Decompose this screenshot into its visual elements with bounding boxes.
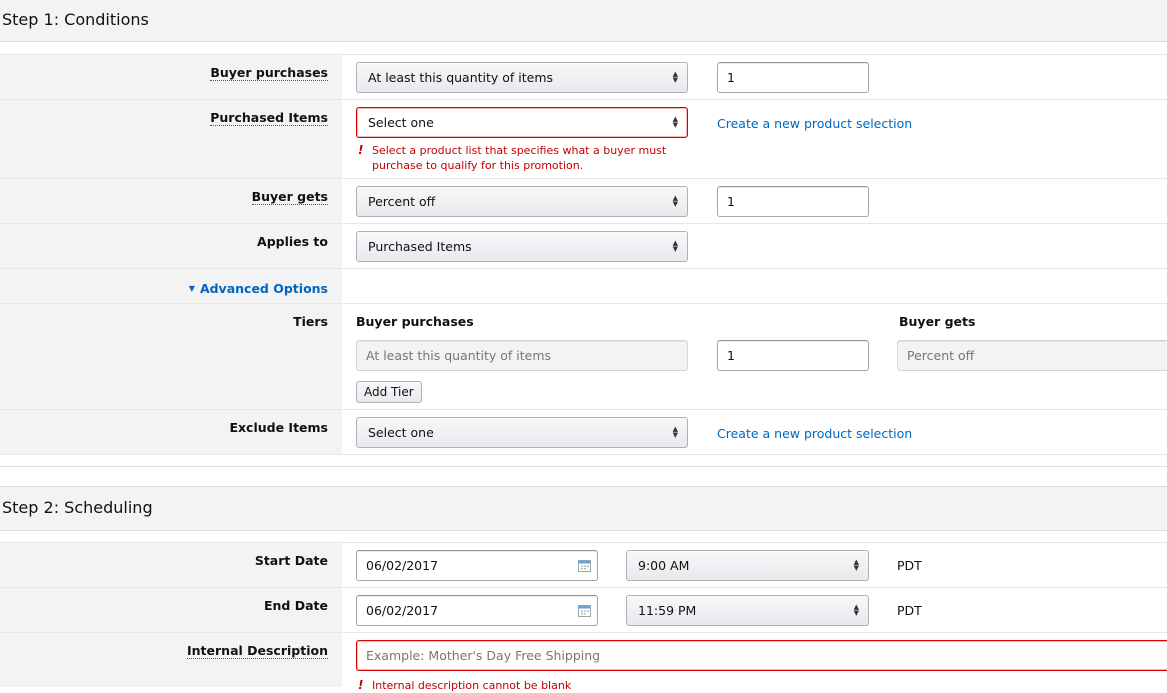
- advanced-options-label: Advanced Options: [199, 281, 328, 296]
- divider: [0, 632, 1167, 633]
- divider: [0, 99, 1167, 100]
- error-line: Select a product list that specifies wha…: [372, 144, 667, 157]
- tiers-buyer-gets-heading: Buyer gets: [899, 314, 976, 329]
- end-time-value: 11:59 PM: [638, 603, 697, 618]
- start-time-value: 9:00 AM: [638, 558, 690, 573]
- divider: [0, 409, 1167, 410]
- exclamation-icon: !: [358, 678, 364, 692]
- start-date-label: Start Date: [254, 553, 328, 568]
- buyer-purchases-label: Buyer purchases: [210, 65, 328, 81]
- purchased-items-select-value: Select one: [368, 115, 434, 130]
- exclude-items-select[interactable]: Select one ▲ ▼: [356, 417, 688, 448]
- internal-description-error: Internal description cannot be blank: [372, 679, 572, 692]
- divider: [0, 303, 1167, 304]
- exclamation-icon: !: [358, 143, 364, 157]
- advanced-options-toggle[interactable]: ▼ Advanced Options: [189, 278, 328, 297]
- end-time-select[interactable]: 11:59 PM ▲ ▼: [626, 595, 869, 626]
- internal-description-label: Internal Description: [187, 643, 328, 659]
- step1-header: Step 1: Conditions: [0, 0, 1167, 42]
- step2-title: Step 2: Scheduling: [2, 498, 153, 517]
- buyer-gets-select[interactable]: Percent off ▲ ▼: [356, 186, 688, 217]
- divider: [0, 466, 1167, 467]
- exclude-create-product-selection-link[interactable]: Create a new product selection: [717, 426, 912, 441]
- updown-arrows-icon: ▲ ▼: [672, 115, 678, 129]
- updown-arrows-icon: ▲ ▼: [853, 558, 859, 572]
- applies-to-select[interactable]: Purchased Items ▲ ▼: [356, 231, 688, 262]
- updown-arrows-icon: ▲ ▼: [853, 603, 859, 617]
- tier-purchases-field: At least this quantity of items: [356, 340, 688, 371]
- updown-arrows-icon: ▲ ▼: [672, 425, 678, 439]
- start-date-value: 06/02/2017: [366, 558, 439, 573]
- add-tier-button[interactable]: Add Tier: [356, 381, 422, 403]
- buyer-purchases-select[interactable]: At least this quantity of items ▲ ▼: [356, 62, 688, 93]
- buyer-purchases-select-value: At least this quantity of items: [368, 70, 554, 85]
- step2-header: Step 2: Scheduling: [0, 486, 1167, 531]
- updown-arrows-icon: ▲ ▼: [672, 194, 678, 208]
- internal-description-input[interactable]: Example: Mother's Day Free Shipping: [356, 640, 1167, 671]
- end-timezone: PDT: [897, 603, 922, 618]
- start-timezone: PDT: [897, 558, 922, 573]
- divider: [0, 542, 1167, 543]
- end-date-value: 06/02/2017: [366, 603, 439, 618]
- start-date-input[interactable]: 06/02/2017: [356, 550, 598, 581]
- buyer-purchases-quantity-input[interactable]: 1: [717, 62, 869, 93]
- purchased-items-label: Purchased Items: [210, 110, 328, 126]
- tier-gets-field: Percent off: [897, 340, 1167, 371]
- divider: [0, 54, 1167, 55]
- tier-quantity-input[interactable]: 1: [717, 340, 869, 371]
- updown-arrows-icon: ▲ ▼: [672, 70, 678, 84]
- calendar-icon[interactable]: [578, 559, 591, 572]
- buyer-gets-label: Buyer gets: [251, 189, 328, 205]
- end-date-input[interactable]: 06/02/2017: [356, 595, 598, 626]
- buyer-gets-value-input[interactable]: 1: [717, 186, 869, 217]
- error-line: purchase to qualify for this promotion.: [372, 159, 584, 172]
- buyer-gets-select-value: Percent off: [368, 194, 436, 209]
- calendar-icon[interactable]: [578, 604, 591, 617]
- create-product-selection-link[interactable]: Create a new product selection: [717, 116, 912, 131]
- divider: [0, 223, 1167, 224]
- step1-title: Step 1: Conditions: [2, 10, 149, 29]
- divider: [0, 268, 1167, 269]
- triangle-down-icon: ▼: [188, 284, 195, 293]
- exclude-items-label: Exclude Items: [229, 420, 328, 435]
- purchased-items-error: Select a product list that specifies wha…: [372, 143, 666, 173]
- tiers-label: Tiers: [293, 314, 328, 329]
- tiers-buyer-purchases-heading: Buyer purchases: [356, 314, 474, 329]
- end-date-label: End Date: [263, 598, 328, 613]
- applies-to-select-value: Purchased Items: [368, 239, 472, 254]
- purchased-items-select[interactable]: Select one ▲ ▼: [356, 107, 688, 138]
- divider: [0, 587, 1167, 588]
- applies-to-label: Applies to: [257, 234, 328, 249]
- divider: [0, 178, 1167, 179]
- divider: [0, 454, 1167, 455]
- updown-arrows-icon: ▲ ▼: [672, 239, 678, 253]
- exclude-items-select-value: Select one: [368, 425, 434, 440]
- start-time-select[interactable]: 9:00 AM ▲ ▼: [626, 550, 869, 581]
